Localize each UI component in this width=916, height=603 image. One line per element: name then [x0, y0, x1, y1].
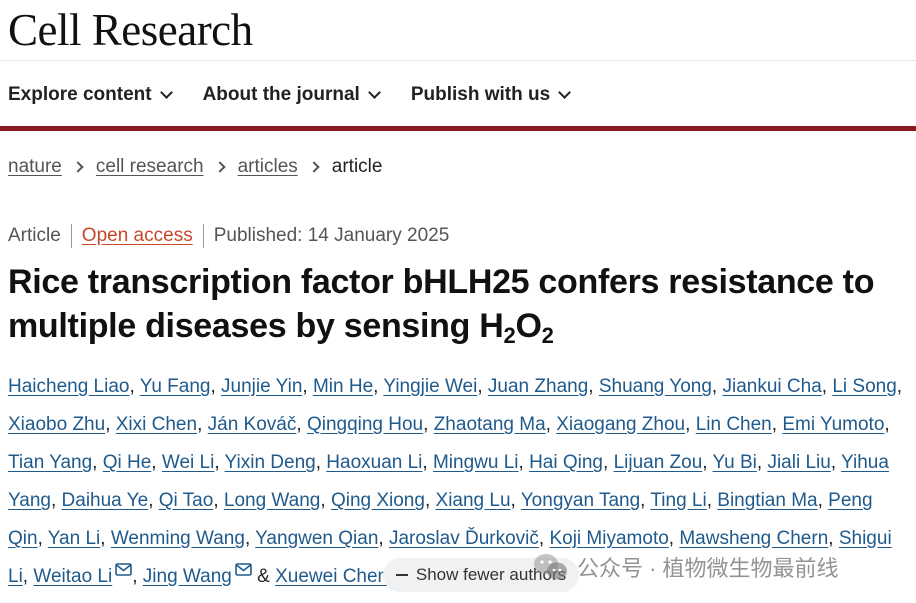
header-divider [0, 60, 916, 61]
article-type: Article [8, 225, 61, 246]
author-link[interactable]: Lijuan Zou [614, 452, 703, 473]
author-link[interactable]: Yongyan Tang [521, 490, 640, 511]
chevron-down-icon [367, 86, 381, 99]
author-link[interactable]: Daihua Ye [62, 490, 149, 511]
chevron-down-icon [558, 86, 572, 99]
author-link[interactable]: Yingjie Wei [383, 376, 477, 397]
author-link[interactable]: Qi Tao [159, 490, 214, 511]
author-link[interactable]: Yixin Deng [225, 452, 316, 473]
author-link[interactable]: Emi Yumoto [782, 414, 884, 435]
nav-label: Explore content [8, 84, 152, 105]
nav-about-journal[interactable]: About the journal [202, 84, 381, 106]
minus-icon [395, 574, 408, 576]
author-link[interactable]: Jiali Liu [767, 452, 830, 473]
author-link[interactable]: Min He [313, 376, 373, 397]
author-link[interactable]: Jiankui Cha [722, 376, 821, 397]
nav-label: About the journal [202, 84, 360, 105]
author-link[interactable]: Ján Kováč [208, 414, 297, 435]
author-link[interactable]: Weitao Li [33, 566, 112, 587]
title-subscript: 2 [541, 323, 554, 348]
breadcrumb: nature cell research articles article [8, 156, 382, 178]
author-link[interactable]: Haicheng Liao [8, 376, 129, 397]
author-link[interactable]: Wei Li [162, 452, 214, 473]
main-nav: Explore content About the journal Publis… [8, 80, 601, 110]
nav-label: Publish with us [410, 84, 551, 105]
author-conjunction: & [257, 566, 270, 587]
nav-explore-content[interactable]: Explore content [8, 84, 173, 106]
title-text-o: O [515, 307, 542, 345]
breadcrumb-nature[interactable]: nature [8, 156, 62, 178]
brand-bar [0, 126, 916, 131]
author-link[interactable]: Koji Miyamoto [549, 528, 668, 549]
breadcrumb-current: article [331, 156, 383, 177]
author-link[interactable]: Zhaotang Ma [434, 414, 546, 435]
journal-logo[interactable]: Cell Research [8, 4, 253, 56]
article-title: Rice transcription factor bHLH25 confers… [8, 260, 908, 348]
author-link[interactable]: Xiang Lu [436, 490, 511, 511]
author-link[interactable]: Xixi Chen [116, 414, 197, 435]
author-link[interactable]: Jing Wang [143, 566, 232, 587]
author-link[interactable]: Yu Fang [140, 376, 211, 397]
show-fewer-authors-button[interactable]: Show fewer authors [383, 558, 579, 592]
author-link[interactable]: Xiaogang Zhou [556, 414, 685, 435]
author-link[interactable]: Mingwu Li [433, 452, 519, 473]
author-link[interactable]: Qingqing Hou [307, 414, 423, 435]
author-link[interactable]: Wenming Wang [111, 528, 245, 549]
author-link[interactable]: Jaroslav Ďurkovič [389, 528, 539, 549]
author-link[interactable]: Yan Li [48, 528, 100, 549]
author-link[interactable]: Bingtian Ma [717, 490, 817, 511]
chevron-right-icon [213, 161, 226, 173]
author-link[interactable]: Li Song [832, 376, 896, 397]
author-link[interactable]: Juan Zhang [488, 376, 588, 397]
author-link[interactable]: Yangwen Qian [255, 528, 378, 549]
author-link[interactable]: Lin Chen [696, 414, 772, 435]
breadcrumb-cell-research[interactable]: cell research [96, 156, 204, 178]
author-link[interactable]: Tian Yang [8, 452, 92, 473]
author-link[interactable]: Mawsheng Chern [679, 528, 828, 549]
author-link[interactable]: Haoxuan Li [326, 452, 422, 473]
nav-publish-with-us[interactable]: Publish with us [410, 84, 572, 106]
meta-divider [70, 224, 72, 248]
chevron-down-icon [159, 86, 173, 99]
author-link[interactable]: Hai Qing [529, 452, 603, 473]
author-link[interactable]: Ting Li [650, 490, 706, 511]
envelope-icon[interactable] [235, 563, 252, 576]
show-fewer-label: Show fewer authors [415, 565, 567, 584]
breadcrumb-articles[interactable]: articles [238, 156, 298, 178]
chevron-right-icon [308, 161, 320, 173]
author-link[interactable]: Shuang Yong [599, 376, 712, 397]
author-link[interactable]: Qing Xiong [331, 490, 425, 511]
published-date: Published: 14 January 2025 [213, 225, 450, 246]
author-link[interactable]: Long Wang [224, 490, 320, 511]
article-meta: Article Open access Published: 14 Januar… [8, 224, 449, 248]
title-text: Rice transcription factor bHLH25 confers… [8, 263, 875, 345]
author-link[interactable]: Xuewei Chen [275, 566, 388, 587]
title-subscript: 2 [503, 323, 516, 348]
envelope-icon[interactable] [115, 563, 133, 576]
author-link[interactable]: Yu Bi [713, 452, 757, 473]
chevron-right-icon [72, 161, 84, 173]
meta-divider [202, 224, 204, 248]
open-access-link[interactable]: Open access [82, 225, 193, 247]
author-link[interactable]: Junjie Yin [221, 376, 302, 397]
author-link[interactable]: Xiaobo Zhu [8, 414, 105, 435]
author-link[interactable]: Qi He [103, 452, 152, 473]
